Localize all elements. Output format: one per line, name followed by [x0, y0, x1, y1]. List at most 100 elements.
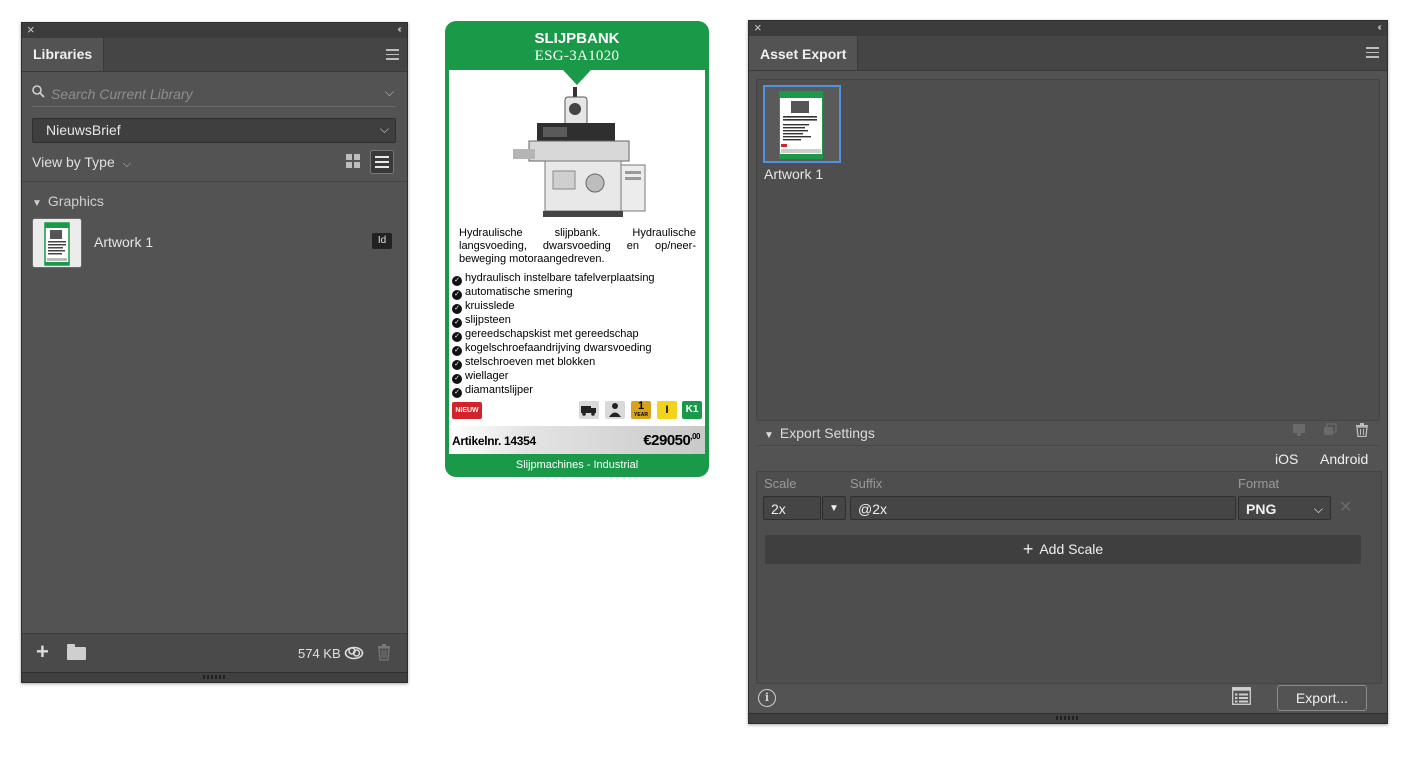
k1-badge: K1 — [682, 401, 702, 419]
resize-grip[interactable] — [22, 672, 407, 682]
view-by-type-dropdown[interactable]: View by Type ⌵ — [32, 154, 131, 171]
panel-top-strip: × ‹‹ — [749, 20, 1387, 36]
product-card: SLIJPBANK ESG-3A1020 Hydraulische slijpb… — [445, 21, 709, 477]
section-title: Graphics — [47, 193, 104, 209]
check-icon: ✓ — [452, 346, 462, 356]
creative-cloud-icon[interactable] — [344, 644, 364, 660]
chevron-down-icon[interactable]: ⌵ — [385, 85, 394, 100]
export-settings-label: Export Settings — [779, 425, 875, 441]
check-icon: ✓ — [452, 360, 462, 370]
info-icon[interactable]: i — [758, 689, 776, 707]
list-item[interactable]: Artwork 1 Id — [32, 218, 392, 268]
tab-bar: Libraries — [22, 38, 407, 72]
warranty-badge: 1 YEAR — [631, 401, 651, 419]
resize-grip[interactable] — [749, 713, 1387, 723]
chevron-down-icon: ⌵ — [122, 158, 132, 170]
new-badge: NIEUW — [452, 402, 482, 419]
close-icon[interactable]: × — [754, 20, 762, 35]
operator-icon — [605, 401, 625, 419]
machine-image — [513, 87, 646, 217]
scale-column-label: Scale — [764, 476, 797, 491]
triangle-down-icon: ▼ — [764, 430, 774, 441]
check-icon: ✓ — [452, 318, 462, 328]
collapse-icon[interactable]: ‹‹ — [397, 22, 401, 37]
library-select[interactable]: NieuwsBrief ⌵ — [32, 118, 396, 143]
trash-icon[interactable] — [1355, 423, 1369, 437]
chevron-down-icon: ⌵ — [1313, 502, 1323, 516]
view-by-label: View by Type — [32, 154, 115, 170]
card-model: ESG-3A1020 — [534, 48, 620, 64]
format-select[interactable]: PNG ⌵ — [1238, 496, 1331, 520]
trash-icon[interactable] — [377, 644, 391, 661]
tab-asset-export[interactable]: Asset Export — [749, 36, 859, 70]
feature-item: ✓ kogelschroefaandrijving dwarsvoeding — [452, 342, 655, 356]
feature-item: ✓ hydraulisch instelbare tafelverplaatsin… — [452, 272, 655, 286]
card-notch — [563, 70, 591, 85]
article-number: Artikelnr. 14354 — [452, 434, 536, 448]
asset-export-footer: i Export... — [749, 681, 1387, 715]
android-preset[interactable]: Android — [1320, 451, 1368, 467]
library-size: 574 KB — [298, 646, 341, 661]
add-scale-button[interactable]: + Add Scale — [765, 535, 1361, 564]
panel-menu-icon[interactable] — [1366, 47, 1379, 61]
search-icon — [32, 85, 45, 98]
suffix-column-label: Suffix — [850, 476, 883, 491]
feature-item: ✓ automatische smering — [452, 286, 655, 300]
price: €29050,00 — [643, 432, 700, 449]
export-settings-table: Scale Suffix Format 2x ▼ @2x PNG ⌵ ✕ + Ad… — [756, 471, 1382, 684]
collapse-icon[interactable]: ‹‹ — [1377, 20, 1381, 35]
duplicate-icon[interactable] — [1323, 423, 1337, 437]
search-library-field[interactable]: Search Current Library ⌵ — [32, 80, 396, 107]
asset-thumbnail[interactable] — [763, 85, 841, 163]
list-view-icon[interactable] — [370, 150, 394, 174]
tab-bar: Asset Export — [749, 36, 1387, 71]
list-item-name: Artwork 1 — [94, 234, 154, 250]
divider — [22, 181, 407, 182]
asset-name: Artwork 1 — [764, 166, 824, 182]
check-icon: ✓ — [452, 332, 462, 342]
price-bar: Artikelnr. 14354 €29050,00 — [449, 426, 705, 454]
feature-item: ✓ gereedschapskist met gereedschap — [452, 328, 655, 342]
feature-item: ✓ kruisslede — [452, 300, 655, 314]
plus-icon: + — [1022, 539, 1034, 559]
triangle-down-icon: ▼ — [32, 198, 42, 209]
assets-area: Artwork 1 — [756, 79, 1380, 421]
remove-scale-icon[interactable]: ✕ — [1339, 496, 1352, 520]
check-icon: ✓ — [452, 388, 462, 398]
close-icon[interactable]: × — [27, 22, 35, 37]
card-description: Hydraulische slijpbank. Hydraulische lan… — [459, 227, 696, 265]
class-badge: I — [657, 401, 677, 419]
libraries-footer: + 574 KB — [22, 633, 407, 672]
grid-view-icon[interactable] — [346, 154, 361, 169]
launch-export-dialog-icon[interactable] — [1232, 687, 1251, 705]
feature-item: ✓ stelschroeven met blokken — [452, 356, 655, 370]
feature-item: ✓ diamantslijper — [452, 384, 655, 398]
suffix-input[interactable]: @2x — [850, 496, 1236, 520]
indesign-badge: Id — [372, 233, 392, 249]
add-icon[interactable]: + — [36, 639, 49, 665]
card-title: SLIJPBANK — [534, 30, 620, 47]
search-placeholder: Search Current Library — [51, 86, 193, 102]
add-asset-icon[interactable] — [1292, 423, 1306, 437]
add-scale-label: Add Scale — [1039, 541, 1104, 557]
check-icon: ✓ — [452, 374, 462, 384]
export-settings-header[interactable]: ▼ Export Settings — [756, 421, 1380, 446]
truck-icon — [579, 401, 599, 419]
graphics-section-header[interactable]: ▼ Graphics — [32, 193, 104, 209]
library-select-value: NieuwsBrief — [46, 122, 121, 138]
panel-top-strip: × ‹‹ — [22, 22, 407, 38]
tab-libraries[interactable]: Libraries — [22, 38, 105, 71]
card-footer: Slijpmachines - Industrial — [515, 459, 639, 471]
format-select-value: PNG — [1246, 501, 1277, 517]
libraries-panel: × ‹‹ Libraries Search Current Library ⌵ … — [21, 22, 408, 683]
ios-preset[interactable]: iOS — [1275, 451, 1298, 467]
panel-menu-icon[interactable] — [386, 49, 399, 63]
export-button[interactable]: Export... — [1277, 685, 1367, 711]
check-icon: ✓ — [452, 290, 462, 300]
folder-icon[interactable] — [67, 644, 86, 660]
scale-dropdown-button[interactable]: ▼ — [822, 496, 846, 520]
format-column-label: Format — [1238, 476, 1280, 491]
scale-input[interactable]: 2x — [763, 496, 821, 520]
feature-list: ✓ hydraulisch instelbare tafelverplaatsin… — [452, 272, 655, 398]
feature-item: ✓ wiellager — [452, 370, 655, 384]
